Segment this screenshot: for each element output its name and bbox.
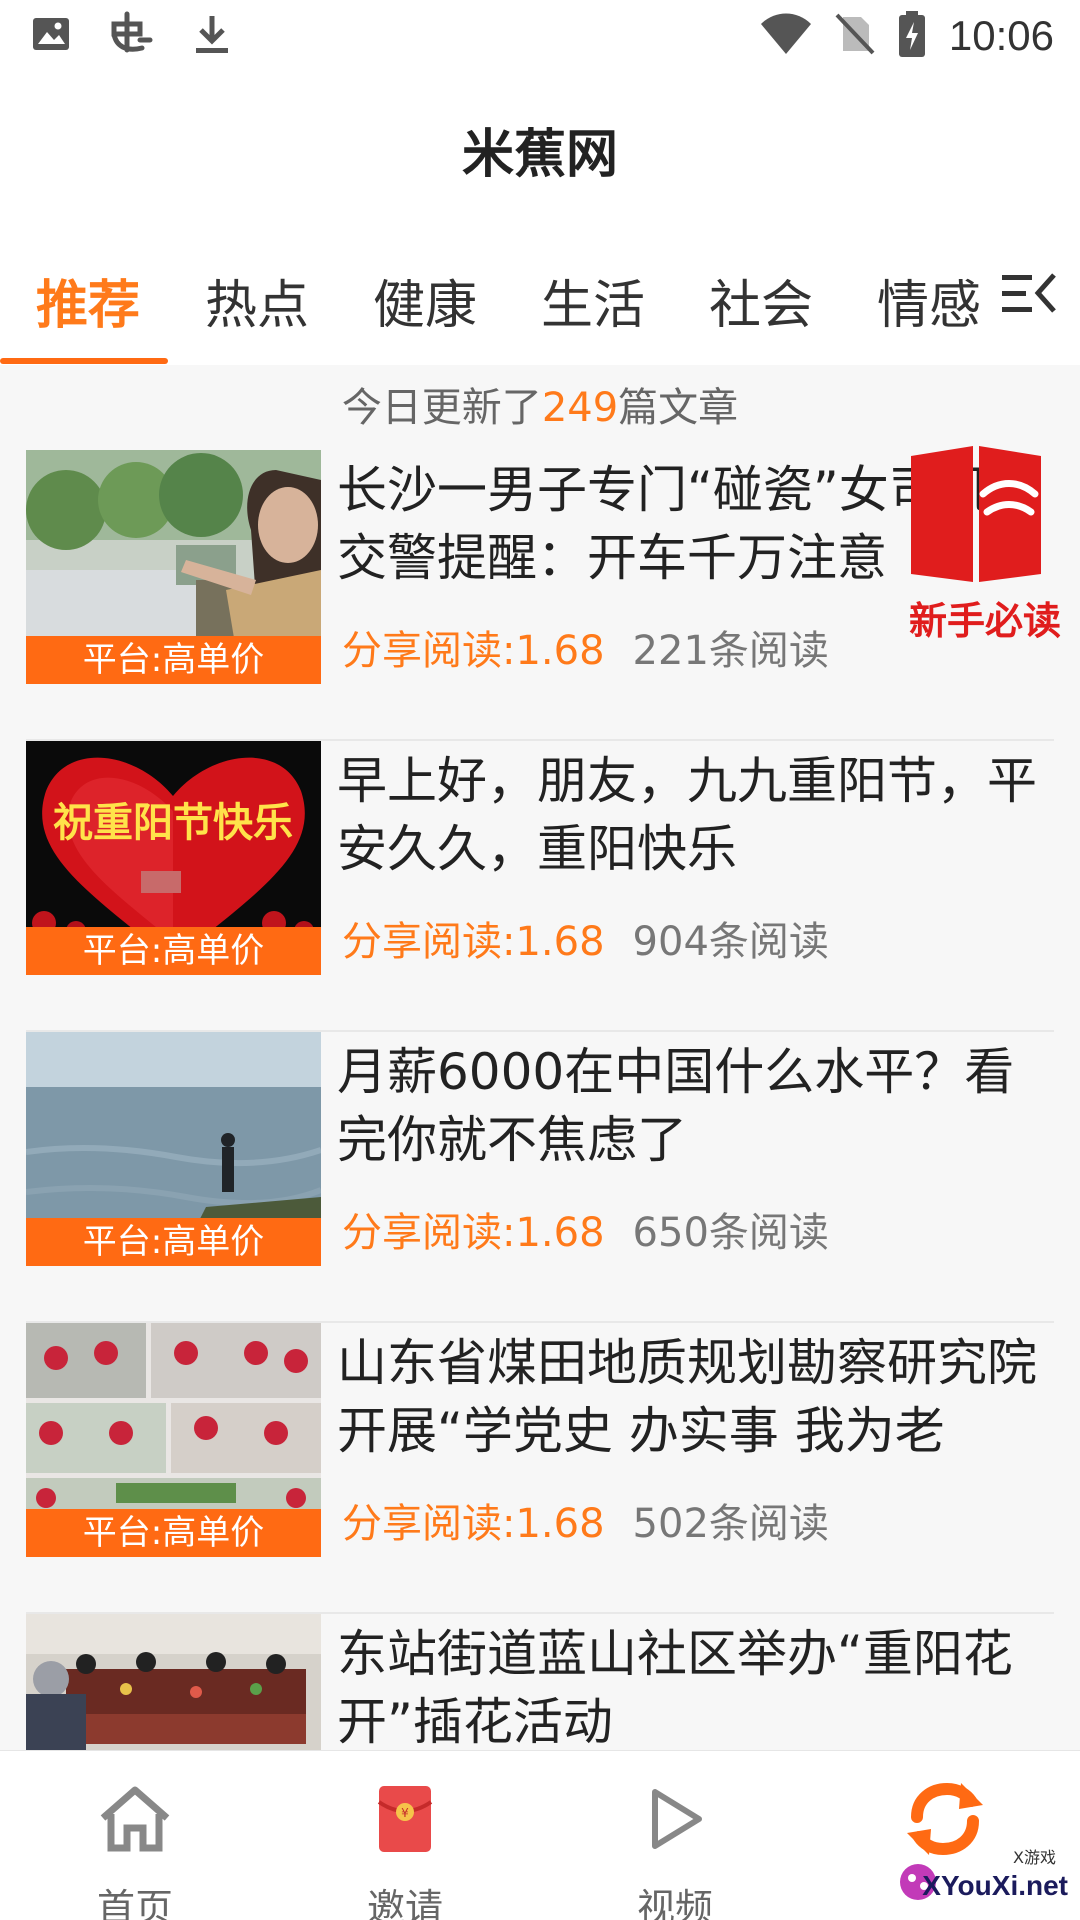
read-count: 650条阅读 — [632, 1210, 829, 1256]
thumbnail-caption: 祝重阳节快乐 — [53, 800, 293, 846]
article-meta: 分享阅读:1.68 904条阅读 — [342, 909, 829, 967]
download-icon — [192, 12, 232, 60]
article-meta: 分享阅读:1.68 650条阅读 — [342, 1200, 829, 1258]
platform-tag: 平台:高单价 — [26, 1509, 321, 1557]
share-reward: 分享阅读:1.68 — [342, 1210, 605, 1256]
nav-label: 首页 — [96, 1886, 173, 1920]
watermark-logo: X游戏 XYouXi.net — [892, 1846, 1072, 1916]
article-thumbnail: 平台:高单价 — [26, 450, 321, 684]
platform-tag: 平台:高单价 — [26, 1218, 321, 1266]
red-envelope-icon: ¥ — [377, 1784, 433, 1858]
article-item[interactable]: 祝重阳节快乐 平台:高单价 早上好，朋友，九九重阳节，平安久久，重阳快乐 分享阅… — [0, 741, 1080, 1032]
update-suffix: 篇文章 — [618, 385, 739, 431]
image-icon — [30, 13, 72, 59]
home-icon — [97, 1784, 173, 1858]
article-meta: 分享阅读:1.68 502条阅读 — [342, 1491, 829, 1549]
nav-label: 视频 — [636, 1886, 713, 1920]
watermark-small-text: X游戏 — [1013, 1848, 1056, 1867]
share-reward: 分享阅读:1.68 — [342, 919, 605, 965]
watermark-text: XYouXi.net — [922, 1870, 1068, 1901]
article-item[interactable]: 平台:高单价 山东省煤田地质规划勘察研究院开展“学党史 办实事 我为老 分享阅读… — [0, 1323, 1080, 1614]
book-icon — [907, 442, 1045, 591]
share-reward: 分享阅读:1.68 — [342, 1501, 605, 1547]
nav-invite[interactable]: ¥ 邀请 — [305, 1771, 505, 1920]
article-title[interactable]: 月薪6000在中国什么水平？看完你就不焦虑了 — [337, 1038, 1057, 1174]
svg-text:¥: ¥ — [401, 1806, 409, 1820]
no-sim-icon — [835, 11, 875, 61]
status-time: 10:06 — [948, 12, 1054, 59]
update-notice: 今日更新了249篇文章 — [0, 375, 1080, 433]
tab-life[interactable]: 生活 — [541, 263, 645, 338]
tab-emotion[interactable]: 情感 — [877, 263, 981, 338]
battery-charging-icon — [897, 10, 927, 62]
tab-hot[interactable]: 热点 — [205, 263, 309, 338]
newbie-guide-label: 新手必读 — [908, 599, 1061, 643]
tab-recommend[interactable]: 推荐 — [36, 263, 140, 338]
app-notification-icon — [108, 10, 156, 62]
nav-video[interactable]: 视频 — [575, 1771, 775, 1920]
category-menu-icon[interactable] — [1000, 269, 1058, 323]
category-tabs: 推荐 热点 健康 生活 社会 情感 — [0, 255, 1080, 365]
play-icon — [645, 1786, 705, 1856]
read-count: 904条阅读 — [632, 919, 829, 965]
article-thumbnail: 平台:高单价 — [26, 1032, 321, 1266]
article-item[interactable]: 东站街道蓝山社区举办“重阳花开”插花活动 — [0, 1614, 1080, 1750]
wifi-icon — [759, 12, 813, 60]
update-count: 249 — [541, 385, 619, 431]
share-reward: 分享阅读:1.68 — [342, 628, 605, 674]
read-count: 221条阅读 — [632, 628, 829, 674]
article-title[interactable]: 早上好，朋友，九九重阳节，平安久久，重阳快乐 — [337, 747, 1057, 883]
nav-label: 邀请 — [366, 1886, 443, 1920]
platform-tag: 平台:高单价 — [26, 927, 321, 975]
nav-home[interactable]: 首页 — [35, 1771, 235, 1920]
app-title: 米蕉网 — [461, 125, 618, 185]
status-bar: 10:06 — [0, 0, 1080, 80]
active-tab-indicator — [0, 358, 168, 364]
article-thumbnail — [26, 1614, 321, 1750]
article-thumbnail: 祝重阳节快乐 平台:高单价 — [26, 741, 321, 975]
article-item[interactable]: 平台:高单价 月薪6000在中国什么水平？看完你就不焦虑了 分享阅读:1.68 6… — [0, 1032, 1080, 1323]
article-title[interactable]: 山东省煤田地质规划勘察研究院开展“学党史 办实事 我为老 — [337, 1329, 1057, 1465]
read-count: 502条阅读 — [632, 1501, 829, 1547]
update-prefix: 今日更新了 — [341, 385, 542, 431]
article-title[interactable]: 东站街道蓝山社区举办“重阳花开”插花活动 — [337, 1620, 1057, 1750]
tab-society[interactable]: 社会 — [709, 263, 813, 338]
platform-tag: 平台:高单价 — [26, 636, 321, 684]
tab-health[interactable]: 健康 — [373, 263, 477, 338]
article-thumbnail: 平台:高单价 — [26, 1323, 321, 1557]
bottom-nav: 首页 ¥ 邀请 视频 X游戏 XYouXi.net — [0, 1750, 1080, 1920]
newbie-guide-banner[interactable]: 新手必读 — [895, 442, 1075, 643]
article-meta: 分享阅读:1.68 221条阅读 — [342, 618, 829, 676]
